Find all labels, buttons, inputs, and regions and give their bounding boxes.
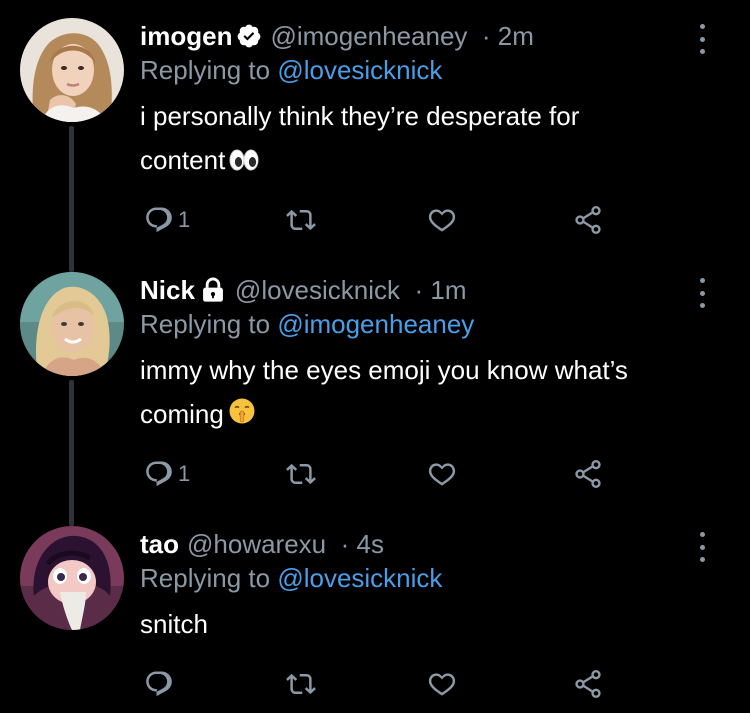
reply-count: 1 bbox=[178, 207, 191, 232]
tweet[interactable]: tao @howarexu · 4s Replying to @lovesick… bbox=[0, 508, 750, 713]
replying-to: Replying to @imogenheaney bbox=[140, 309, 475, 339]
like-button[interactable] bbox=[427, 200, 457, 240]
share-icon bbox=[575, 460, 601, 488]
reply-thread: imogen @imogenheaney · 2m Replying to @l… bbox=[0, 0, 750, 713]
replying-to: Replying to @lovesicknick bbox=[140, 563, 443, 593]
verified-icon bbox=[236, 23, 262, 49]
retweet-icon bbox=[286, 463, 316, 485]
action-bar: 1 bbox=[140, 454, 620, 494]
shushing-face-emoji bbox=[228, 394, 256, 438]
tweet[interactable]: imogen @imogenheaney · 2m Replying to @l… bbox=[0, 0, 750, 272]
like-button[interactable] bbox=[427, 664, 457, 704]
reply-button[interactable]: 1 bbox=[144, 454, 190, 494]
retweet-icon bbox=[286, 209, 316, 231]
separator-dot: · bbox=[333, 528, 357, 559]
reply-icon bbox=[146, 461, 172, 487]
handle[interactable]: @howarexu bbox=[187, 529, 326, 559]
separator-dot: · bbox=[474, 20, 498, 51]
retweet-button[interactable] bbox=[286, 200, 316, 240]
handle[interactable]: @lovesicknick bbox=[235, 275, 400, 305]
eyes-emoji bbox=[229, 140, 259, 184]
tweet-text: immy why the eyes emoji you know what’s … bbox=[140, 348, 700, 438]
timestamp[interactable]: 2m bbox=[498, 21, 534, 51]
share-button[interactable] bbox=[572, 454, 604, 494]
tweet-text: snitch bbox=[140, 609, 208, 639]
avatar[interactable] bbox=[20, 18, 124, 122]
lock-icon bbox=[199, 276, 227, 304]
share-button[interactable] bbox=[572, 200, 604, 240]
tweet-text: i personally think they’re desperate for… bbox=[140, 94, 700, 184]
avatar[interactable] bbox=[20, 526, 124, 630]
share-icon bbox=[575, 670, 601, 698]
reply-icon bbox=[146, 671, 172, 697]
timestamp[interactable]: 4s bbox=[356, 529, 383, 559]
replying-to: Replying to @lovesicknick bbox=[140, 55, 443, 85]
reply-count: 1 bbox=[178, 461, 191, 486]
action-bar: 1 bbox=[140, 200, 620, 240]
retweet-button[interactable] bbox=[286, 664, 316, 704]
retweet-icon bbox=[286, 673, 316, 695]
display-name[interactable]: Nick bbox=[140, 275, 195, 306]
reply-button[interactable]: 1 bbox=[144, 200, 190, 240]
retweet-button[interactable] bbox=[286, 454, 316, 494]
action-bar bbox=[140, 664, 620, 704]
like-button[interactable] bbox=[427, 454, 457, 494]
share-button[interactable] bbox=[572, 664, 604, 704]
reply-button[interactable] bbox=[144, 664, 174, 704]
display-name[interactable]: tao bbox=[140, 529, 179, 560]
mention-link[interactable]: @lovesicknick bbox=[277, 55, 442, 85]
heart-icon bbox=[428, 463, 456, 486]
more-options-icon[interactable] bbox=[696, 532, 708, 562]
mention-link[interactable]: @lovesicknick bbox=[277, 563, 442, 593]
share-icon bbox=[575, 206, 601, 234]
separator-dot: · bbox=[407, 274, 431, 305]
mention-link[interactable]: @imogenheaney bbox=[277, 309, 474, 339]
more-options-icon[interactable] bbox=[696, 278, 708, 308]
timestamp[interactable]: 1m bbox=[430, 275, 466, 305]
thread-line bbox=[69, 380, 74, 526]
handle[interactable]: @imogenheaney bbox=[270, 21, 467, 51]
more-options-icon[interactable] bbox=[696, 24, 708, 54]
tweet[interactable]: Nick @lovesicknick · 1m Replying to @imo… bbox=[0, 254, 750, 526]
display-name[interactable]: imogen bbox=[140, 21, 232, 52]
avatar[interactable] bbox=[20, 272, 124, 376]
reply-icon bbox=[146, 207, 172, 233]
thread-line bbox=[69, 126, 74, 272]
heart-icon bbox=[428, 209, 456, 232]
heart-icon bbox=[428, 673, 456, 696]
